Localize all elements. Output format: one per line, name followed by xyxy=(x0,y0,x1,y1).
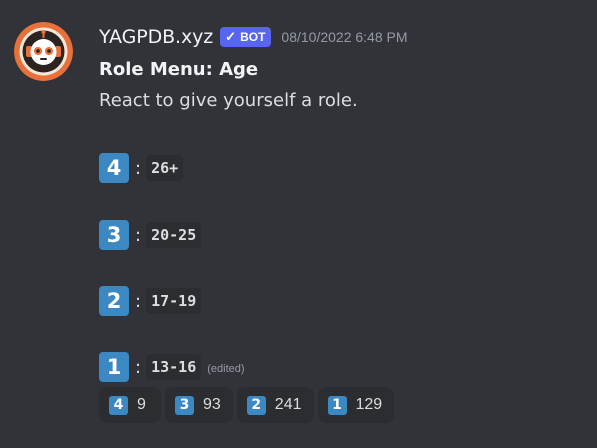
keycap-2-icon: 2 xyxy=(246,395,266,415)
bot-tag-label: BOT xyxy=(240,30,266,44)
edited-indicator: (edited) xyxy=(207,363,245,375)
reaction-keycap-4[interactable]: 4 9 xyxy=(99,387,161,423)
keycap-1-icon: 1 xyxy=(99,352,129,382)
robot-avatar-icon xyxy=(14,22,73,81)
keycap-4-icon: 4 xyxy=(99,153,129,183)
role-separator: : xyxy=(135,290,142,312)
reaction-keycap-3[interactable]: 3 93 xyxy=(165,387,233,423)
role-line-26-plus: 4 : 26+ xyxy=(99,152,184,184)
keycap-1-icon: 1 xyxy=(327,395,347,415)
verified-check-icon: ✓ xyxy=(225,29,237,44)
bot-avatar[interactable] xyxy=(14,22,73,81)
chat-message: YAGPDB.xyz ✓ BOT 08/10/2022 6:48 PM Role… xyxy=(0,0,597,448)
role-line-20-25: 3 : 20-25 xyxy=(99,219,202,251)
reaction-count: 241 xyxy=(274,396,302,413)
reaction-count: 93 xyxy=(203,396,221,413)
role-line-13-16: 1 : 13-16 (edited) xyxy=(99,351,245,383)
message-timestamp[interactable]: 08/10/2022 6:48 PM xyxy=(281,29,407,45)
keycap-2-icon: 2 xyxy=(99,286,129,316)
keycap-3-icon: 3 xyxy=(175,395,194,415)
role-line-17-19: 2 : 17-19 xyxy=(99,285,202,317)
role-label: 17-19 xyxy=(146,288,202,314)
role-separator: : xyxy=(135,356,142,378)
keycap-4-icon: 4 xyxy=(109,395,128,415)
message-title: Role Menu: Age xyxy=(99,59,259,80)
keycap-3-icon: 3 xyxy=(99,220,129,250)
reaction-bar: 4 9 3 93 2 241 1 129 xyxy=(99,387,395,423)
role-separator: : xyxy=(135,224,142,246)
role-label: 26+ xyxy=(146,155,184,181)
message-header: YAGPDB.xyz ✓ BOT 08/10/2022 6:48 PM xyxy=(99,24,408,50)
reaction-keycap-2[interactable]: 2 241 xyxy=(236,387,314,423)
message-subtitle: React to give yourself a role. xyxy=(99,90,358,111)
role-separator: : xyxy=(135,157,142,179)
reaction-count: 129 xyxy=(355,396,383,413)
bot-tag: ✓ BOT xyxy=(220,27,272,47)
reaction-count: 9 xyxy=(137,396,146,413)
reaction-keycap-1[interactable]: 1 129 xyxy=(317,387,395,423)
username[interactable]: YAGPDB.xyz xyxy=(99,26,213,48)
role-label: 13-16 xyxy=(146,354,202,380)
role-label: 20-25 xyxy=(146,222,202,248)
